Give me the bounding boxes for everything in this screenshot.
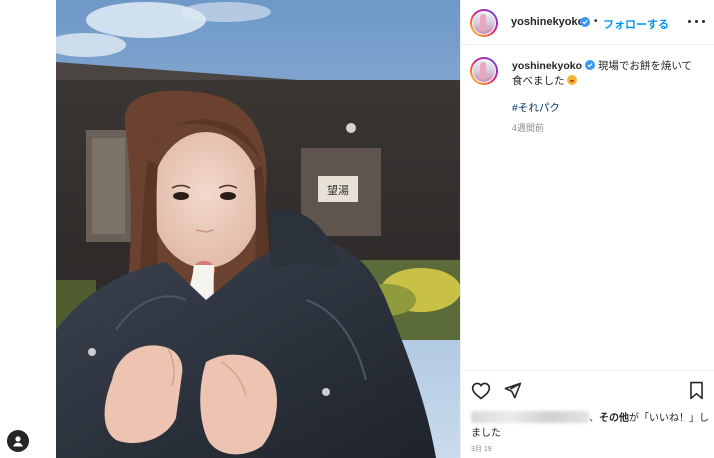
svg-text:望湯: 望湯 xyxy=(327,184,349,197)
avatar-figure xyxy=(480,14,486,31)
avatar-inner xyxy=(472,11,496,35)
verified-badge-icon xyxy=(584,60,595,70)
post-photo[interactable]: 望湯 xyxy=(56,0,460,458)
likes-summary: 、その他が「いいね！」しました xyxy=(471,411,711,441)
verified-badge-icon xyxy=(580,17,590,27)
caption-username[interactable]: yoshinekyoko xyxy=(512,60,582,72)
action-bar xyxy=(461,370,714,410)
liker-names-blurred[interactable] xyxy=(471,411,589,423)
profile-button[interactable] xyxy=(7,430,29,452)
hashtag-link[interactable]: #それパク xyxy=(512,100,560,115)
caption-time[interactable]: 4週間前 xyxy=(512,121,544,134)
avatar-inner xyxy=(472,59,496,83)
heart-icon[interactable] xyxy=(471,381,491,400)
smiling-face-emoji-icon xyxy=(567,75,578,85)
left-margin xyxy=(0,0,56,458)
more-horizontal-icon[interactable] xyxy=(686,17,708,27)
likes-others-link[interactable]: その他 xyxy=(599,413,629,424)
send-icon[interactable] xyxy=(503,381,522,400)
caption-avatar[interactable] xyxy=(470,57,498,85)
post-date[interactable]: 3月 19 xyxy=(471,444,492,454)
bookmark-icon[interactable] xyxy=(688,381,705,400)
post-sidebar: yoshinekyoko • フォローする yoshinekyoko 現場でお餅… xyxy=(460,0,714,458)
author-username[interactable]: yoshinekyoko xyxy=(511,16,584,28)
post-header: yoshinekyoko • フォローする xyxy=(461,0,714,45)
header-separator: • xyxy=(594,16,598,27)
post-image: 望湯 xyxy=(56,0,460,458)
author-avatar[interactable] xyxy=(470,9,498,37)
likes-separator: 、 xyxy=(589,413,599,424)
person-icon xyxy=(13,436,23,447)
follow-button[interactable]: フォローする xyxy=(603,16,669,32)
avatar-figure xyxy=(480,62,486,79)
caption: yoshinekyoko 現場でお餅を焼いて食べました xyxy=(512,59,702,89)
